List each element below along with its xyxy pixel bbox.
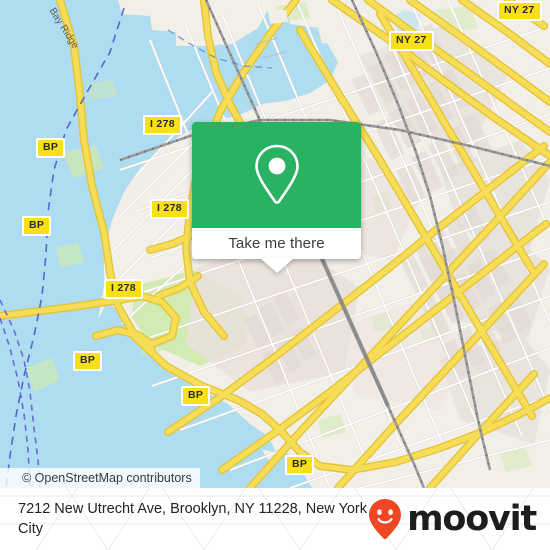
location-pin-icon [254,144,299,204]
road-shield-bp-e: BP [285,455,315,475]
road-shield-bp-d: BP [181,386,211,406]
road-shield-i278-a: I 278 [143,115,182,135]
osm-attribution[interactable]: © OpenStreetMap contributors [0,468,200,488]
road-shield-i278-c: I 278 [104,279,143,299]
moovit-logo[interactable]: moovit [368,498,537,540]
moovit-map-screenshot: I 278 I 278 I 278 BP BP BP BP BP NY 27 N… [0,0,550,550]
road-shield-i278-b: I 278 [150,199,189,219]
road-shield-bp-b: BP [22,216,52,236]
address-label: 7212 New Utrecht Ave, Brooklyn, NY 11228… [18,501,368,537]
take-me-there-button[interactable]: Take me there [192,228,361,259]
road-shield-bp-a: BP [36,138,66,158]
road-shield-ny27-a: NY 27 [389,31,434,51]
moovit-wordmark: moovit [407,498,537,539]
location-callout-card[interactable]: Take me there [192,122,361,273]
road-shield-ny27-b: NY 27 [497,1,542,21]
footer-bar: 7212 New Utrecht Ave, Brooklyn, NY 11228… [0,488,550,550]
footer-content: 7212 New Utrecht Ave, Brooklyn, NY 11228… [0,488,550,550]
callout-tail-pointer [259,258,294,273]
map-canvas[interactable]: I 278 I 278 I 278 BP BP BP BP BP NY 27 N… [0,0,550,488]
moovit-smiley-pin-icon [369,499,402,539]
callout-icon-area [192,122,361,228]
take-me-there-label: Take me there [228,235,325,252]
road-shield-bp-c: BP [73,351,103,371]
